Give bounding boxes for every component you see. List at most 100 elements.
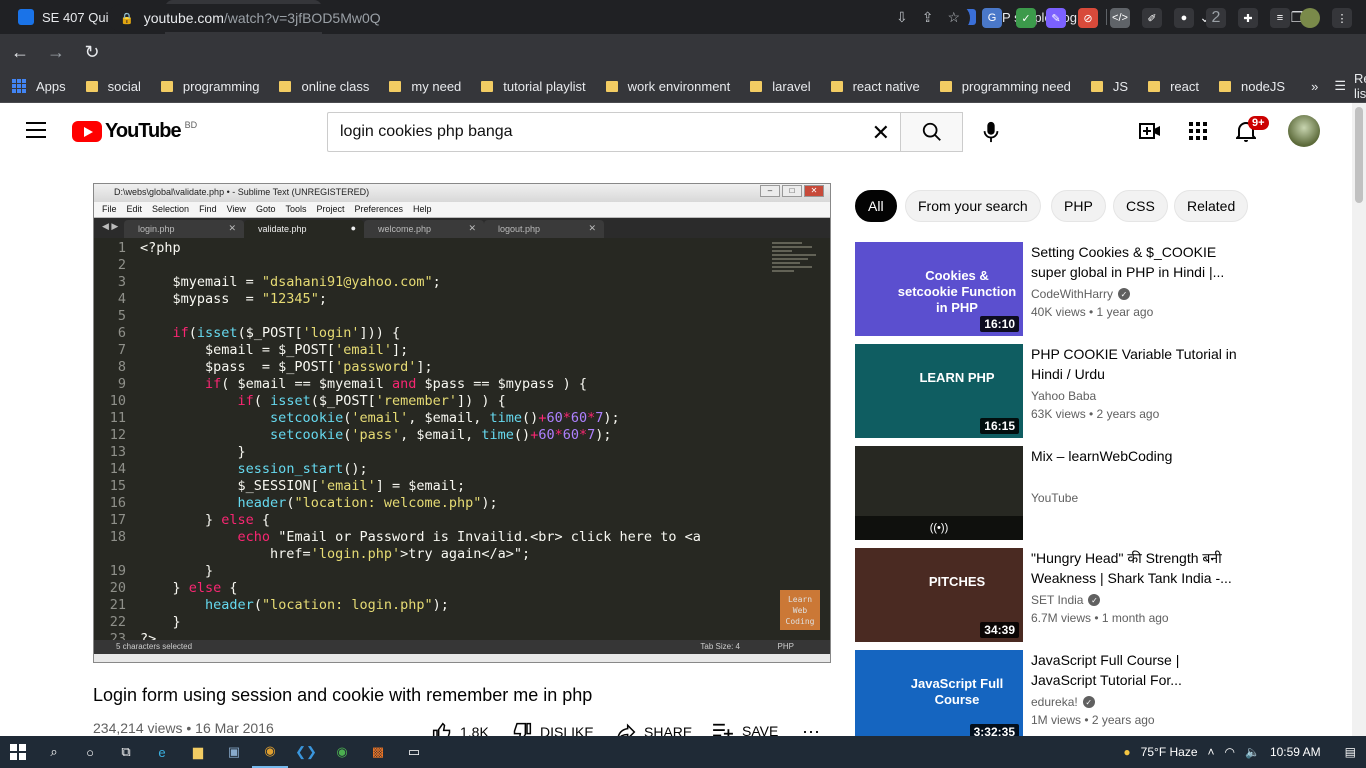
filter-chip[interactable]: CSS — [1113, 190, 1168, 222]
code-line: 18 echo "Email or Password is Invailid.<… — [94, 529, 774, 546]
forward-button[interactable]: → — [40, 36, 72, 68]
store-icon[interactable]: ▣ — [216, 736, 252, 768]
chrome-menu-icon[interactable]: ⋮ — [1332, 8, 1352, 28]
scrollbar-thumb[interactable] — [1355, 107, 1363, 203]
edge-icon[interactable]: e — [144, 736, 180, 768]
translate-extension-icon[interactable]: G — [982, 8, 1002, 28]
bookmark-folder[interactable]: laravel — [750, 79, 811, 94]
bookmark-folder[interactable]: my need — [389, 79, 461, 94]
install-icon[interactable]: ⇩ — [896, 9, 908, 26]
bookmark-folder[interactable]: JS — [1090, 79, 1128, 94]
video-thumbnail[interactable]: PITCHES 34:39 — [855, 548, 1023, 642]
code-text: <?php — [140, 240, 181, 256]
circle-extension-icon[interactable]: ● — [1174, 8, 1194, 28]
bookmark-folder[interactable]: react — [1148, 79, 1199, 94]
code-text: } else { — [140, 580, 238, 596]
code-extension-icon[interactable]: </> — [1110, 8, 1130, 28]
search-taskbar-icon[interactable]: ⌕ — [36, 736, 72, 768]
bookmark-folder[interactable]: social — [85, 79, 141, 94]
chrome-profile-taskbar-icon[interactable]: ◉ — [324, 736, 360, 768]
back-button[interactable]: ← — [4, 36, 36, 68]
verified-check-icon: ✓ — [1082, 696, 1095, 708]
apps-icon[interactable] — [1186, 119, 1210, 143]
share-icon[interactable]: ⇪ — [922, 9, 934, 26]
bookmarks-overflow[interactable]: » — [1311, 79, 1318, 94]
terminal-icon[interactable]: ▭ — [396, 736, 432, 768]
filter-chip[interactable]: From your search — [905, 190, 1041, 222]
recommended-video[interactable]: PITCHES 34:39 "Hungry Head" की Strength बन… — [855, 548, 1345, 642]
bookmark-folder[interactable]: programming need — [939, 79, 1071, 94]
recommended-video[interactable]: LEARN PHP 16:15 PHP COOKIE Variable Tutori… — [855, 344, 1345, 438]
recommended-video-title: Mix – learnWebCoding — [1031, 448, 1173, 464]
search-input[interactable]: login cookies php banga ✕ — [327, 112, 900, 152]
tray-chevron-icon[interactable]: ˄ — [1208, 745, 1215, 759]
two-extension-icon[interactable]: 2 — [1206, 8, 1226, 28]
address-bar[interactable]: 🔒 youtube.com/watch?v=3jfBOD5Mw0Q ⇩ ⇪ ☆ — [108, 4, 970, 32]
video-thumbnail[interactable]: JavaScript Full Course 3:32:35 — [855, 650, 1023, 744]
mix-radio-icon: ((•)) — [855, 516, 1023, 540]
puzzle-icon[interactable]: ✚ — [1238, 8, 1258, 28]
bookmark-apps[interactable]: Apps — [12, 79, 66, 94]
media-control-icon[interactable]: ≡ — [1270, 8, 1290, 28]
recommended-video[interactable]: Cookies & setcookie Function in PHP 16:10… — [855, 242, 1345, 336]
network-icon[interactable]: ◠ — [1225, 745, 1235, 759]
weather-text[interactable]: 75°F Haze — [1141, 745, 1198, 759]
line-number: 17 — [109, 512, 126, 528]
chrome-taskbar-icon[interactable]: ◉ — [252, 736, 288, 768]
editor-menu-item: Selection — [152, 204, 190, 214]
vscode-icon[interactable]: ❮❯ — [288, 736, 324, 768]
notification-center-icon[interactable]: ▤ — [1345, 745, 1356, 759]
windows-start-icon[interactable] — [0, 736, 36, 768]
code-text: $mypass = "12345"; — [140, 291, 327, 307]
recommended-video[interactable]: ((•)) Mix – learnWebCoding YouTube — [855, 446, 1345, 540]
account-avatar[interactable] — [1288, 115, 1320, 147]
video-thumbnail[interactable]: LEARN PHP 16:15 — [855, 344, 1023, 438]
youtube-wordmark: YouTube — [105, 120, 182, 142]
bookmark-folder[interactable]: work environment — [605, 79, 730, 94]
reload-button[interactable]: ↻ — [76, 36, 108, 68]
youtube-logo[interactable]: YouTube BD — [72, 120, 197, 143]
file-explorer-icon[interactable]: ▆ — [180, 736, 216, 768]
bookmark-folder[interactable]: programming — [160, 79, 259, 94]
cortana-icon[interactable]: ○ — [72, 736, 108, 768]
reading-list[interactable]: Reading list — [1354, 71, 1366, 101]
xampp-icon[interactable]: ▩ — [360, 736, 396, 768]
clear-search-icon[interactable]: ✕ — [872, 120, 890, 146]
video-thumbnail[interactable]: Cookies & setcookie Function in PHP 16:10 — [855, 242, 1023, 336]
recommended-video[interactable]: JavaScript Full Course 3:32:35 JavaScript … — [855, 650, 1345, 744]
filter-chip[interactable]: PHP — [1051, 190, 1106, 222]
voice-search-button[interactable] — [975, 116, 1007, 148]
learn-web-coding-watermark: Learn Web Coding — [780, 590, 820, 630]
bookmark-folder[interactable]: tutorial playlist — [481, 79, 586, 94]
bookmark-star-icon[interactable]: ☆ — [947, 9, 960, 26]
video-player[interactable]: D:\webs\global\validate.php • - Sublime … — [93, 183, 831, 663]
search-button[interactable] — [900, 112, 963, 152]
filter-chip[interactable]: All — [855, 190, 897, 222]
code-line: 11 setcookie('email', $email, time()+60*… — [94, 410, 774, 427]
shield-extension-icon[interactable]: ✓ — [1016, 8, 1036, 28]
bookmark-folder[interactable]: react native — [830, 79, 920, 94]
editor-tab-label: logout.php — [498, 224, 541, 234]
folder-icon — [750, 80, 763, 92]
bookmark-folder[interactable]: online class — [279, 79, 369, 94]
channel-name: YouTube — [1031, 491, 1079, 505]
menu-icon[interactable] — [26, 122, 46, 138]
video-thumbnail[interactable]: ((•)) — [855, 446, 1023, 540]
picker-extension-icon[interactable]: ✐ — [1142, 8, 1162, 28]
code-line: 6 if(isset($_POST['login'])) { — [94, 325, 774, 342]
clock[interactable]: 10:59 AM — [1270, 745, 1321, 759]
profile-avatar[interactable] — [1300, 8, 1320, 28]
folder-icon — [1148, 80, 1161, 92]
code-line: 2 — [94, 257, 774, 274]
filter-chip[interactable]: Related — [1174, 190, 1249, 222]
code-line: 12 setcookie('pass', $email, time()+60*6… — [94, 427, 774, 444]
create-video-icon[interactable] — [1138, 119, 1162, 143]
page-scrollbar[interactable] — [1352, 103, 1366, 736]
pen-extension-icon[interactable]: ✎ — [1046, 8, 1066, 28]
bookmark-folder[interactable]: nodeJS — [1218, 79, 1285, 94]
video-duration: 34:39 — [980, 622, 1019, 638]
block-extension-icon[interactable]: ⊘ — [1078, 8, 1098, 28]
volume-icon[interactable]: 🔈 — [1245, 745, 1260, 759]
bookmark-label: react — [1170, 78, 1199, 94]
task-view-icon[interactable]: ⧉ — [108, 736, 144, 768]
